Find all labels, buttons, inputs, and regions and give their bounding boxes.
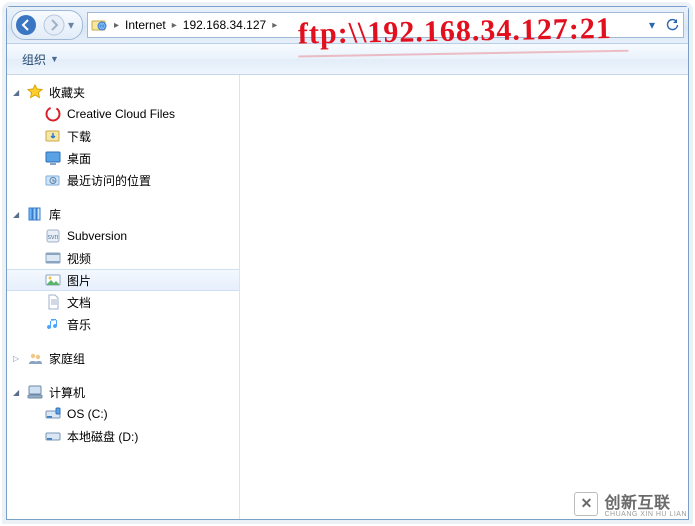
libraries-root[interactable]: 库 bbox=[7, 203, 239, 225]
watermark: ✕ 创新互联 CHUANG XIN HU LIAN bbox=[574, 489, 687, 518]
tree-label: OS (C:) bbox=[67, 407, 108, 421]
chevron-down-icon: ▼ bbox=[50, 54, 59, 64]
homegroup-icon bbox=[27, 350, 43, 366]
breadcrumb-internet[interactable]: Internet bbox=[125, 13, 166, 37]
tree-label: Subversion bbox=[67, 229, 127, 243]
image-icon bbox=[45, 272, 61, 288]
libraries-item-video[interactable]: 视频 bbox=[7, 247, 239, 269]
tree-label: 桌面 bbox=[67, 150, 91, 167]
tree-group-favorites: 收藏夹 Creative Cloud Files 下载 bbox=[7, 81, 239, 191]
nav-forward-button[interactable] bbox=[40, 13, 68, 37]
libraries-item-music[interactable]: 音乐 bbox=[7, 313, 239, 335]
favorites-item-downloads[interactable]: 下载 bbox=[7, 125, 239, 147]
expand-icon[interactable] bbox=[13, 353, 23, 363]
refresh-button[interactable] bbox=[663, 18, 681, 32]
location-type-icon bbox=[90, 16, 108, 34]
favorites-item-recent[interactable]: 最近访问的位置 bbox=[7, 169, 239, 191]
watermark-sub: CHUANG XIN HU LIAN bbox=[604, 511, 687, 518]
desktop-icon bbox=[45, 150, 61, 166]
computer-icon bbox=[27, 384, 43, 400]
tree-group-libraries: 库 svn Subversion 视频 bbox=[7, 203, 239, 335]
favorites-item-cc[interactable]: Creative Cloud Files bbox=[7, 103, 239, 125]
organize-button[interactable]: 组织 ▼ bbox=[13, 47, 68, 71]
tree-label: 库 bbox=[49, 206, 61, 223]
svn-icon: svn bbox=[45, 228, 61, 244]
music-icon bbox=[45, 316, 61, 332]
drive-c-icon bbox=[45, 406, 61, 422]
nav-buttons: ▾ bbox=[11, 10, 83, 40]
cc-icon bbox=[45, 106, 61, 122]
tree-label: 下载 bbox=[67, 128, 91, 145]
expand-icon[interactable] bbox=[13, 387, 23, 397]
expand-icon[interactable] bbox=[13, 87, 23, 97]
chevron-right-icon[interactable]: ▸ bbox=[110, 20, 123, 31]
tree-label: 家庭组 bbox=[49, 350, 85, 367]
homegroup-root[interactable]: 家庭组 bbox=[7, 347, 239, 369]
tree-label: 收藏夹 bbox=[49, 84, 85, 101]
libraries-item-pictures[interactable]: 图片 bbox=[7, 269, 239, 291]
tree-label: 图片 bbox=[67, 272, 91, 289]
computer-item-d[interactable]: 本地磁盘 (D:) bbox=[7, 425, 239, 447]
drive-d-icon bbox=[45, 428, 61, 444]
titlebar: ▾ ▸ Internet ▸ 192.168.34.127 ▸ ▾ bbox=[7, 7, 688, 44]
tree-label: 文档 bbox=[67, 294, 91, 311]
svg-text:svn: svn bbox=[48, 234, 59, 241]
recent-icon bbox=[45, 172, 61, 188]
libraries-item-docs[interactable]: 文档 bbox=[7, 291, 239, 313]
command-bar: 组织 ▼ bbox=[7, 44, 688, 75]
tree-group-homegroup: 家庭组 bbox=[7, 347, 239, 369]
tree-label: 本地磁盘 (D:) bbox=[67, 428, 138, 445]
tree-label: 最近访问的位置 bbox=[67, 172, 151, 189]
favorites-root[interactable]: 收藏夹 bbox=[7, 81, 239, 103]
nav-history-dropdown[interactable]: ▾ bbox=[68, 18, 82, 32]
tree-label: 音乐 bbox=[67, 316, 91, 333]
tree-label: 视频 bbox=[67, 250, 91, 267]
organize-label: 组织 bbox=[22, 51, 46, 68]
expand-icon[interactable] bbox=[13, 209, 23, 219]
download-icon bbox=[45, 128, 61, 144]
file-list-pane[interactable] bbox=[240, 75, 688, 519]
library-icon bbox=[27, 206, 43, 222]
tree-label: 计算机 bbox=[49, 384, 85, 401]
addressbar-dropdown[interactable]: ▾ bbox=[643, 18, 661, 32]
address-bar[interactable]: ▸ Internet ▸ 192.168.34.127 ▸ ▾ bbox=[87, 12, 684, 38]
breadcrumb-host[interactable]: 192.168.34.127 bbox=[183, 13, 266, 37]
computer-item-c[interactable]: OS (C:) bbox=[7, 403, 239, 425]
favorites-item-desktop[interactable]: 桌面 bbox=[7, 147, 239, 169]
tree-group-computer: 计算机 OS (C:) 本地磁盘 (D:) bbox=[7, 381, 239, 447]
chevron-right-icon[interactable]: ▸ bbox=[168, 20, 181, 31]
tree-label: Creative Cloud Files bbox=[67, 107, 175, 121]
watermark-brand: 创新互联 bbox=[604, 489, 687, 513]
doc-icon bbox=[45, 294, 61, 310]
chevron-right-icon[interactable]: ▸ bbox=[268, 20, 281, 31]
watermark-logo-icon: ✕ bbox=[574, 492, 598, 516]
nav-back-button[interactable] bbox=[12, 13, 40, 37]
video-icon bbox=[45, 250, 61, 266]
libraries-item-svn[interactable]: svn Subversion bbox=[7, 225, 239, 247]
computer-root[interactable]: 计算机 bbox=[7, 381, 239, 403]
navigation-pane[interactable]: 收藏夹 Creative Cloud Files 下载 bbox=[7, 75, 240, 519]
star-icon bbox=[27, 84, 43, 100]
